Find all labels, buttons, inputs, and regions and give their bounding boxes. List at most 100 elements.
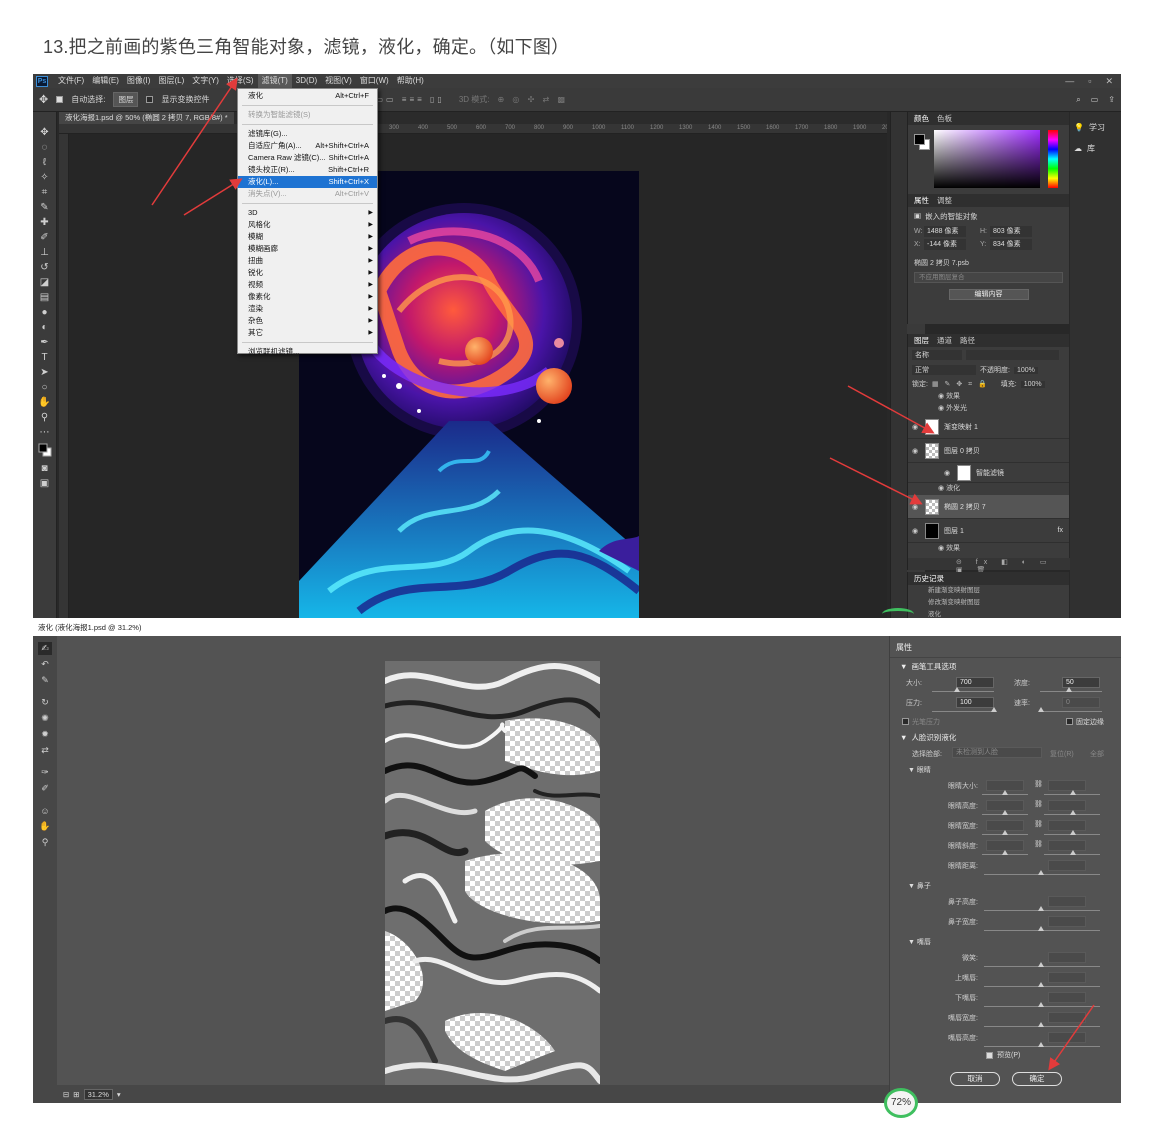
all-button[interactable]: 全部: [1090, 749, 1104, 759]
rate-field[interactable]: 0: [1062, 697, 1100, 708]
value-field[interactable]: [1048, 952, 1086, 963]
cancel-button[interactable]: 取消: [950, 1072, 1000, 1086]
density-slider-knob[interactable]: [1066, 687, 1072, 692]
more-tools-icon[interactable]: ⋯: [38, 426, 52, 438]
liquify-canvas-area[interactable]: [57, 636, 907, 1103]
value-field[interactable]: [1048, 992, 1086, 1003]
layer-filter-kind[interactable]: 名称: [912, 350, 962, 360]
h-field[interactable]: 803 像素: [990, 226, 1032, 237]
filter-menu-item[interactable]: 模糊画廊 ▶: [238, 243, 377, 255]
slider-knob[interactable]: [1038, 962, 1044, 967]
ok-button[interactable]: 确定: [1012, 1072, 1062, 1086]
history-item[interactable]: 修改渐变映射图层: [908, 597, 1069, 609]
bloat-tool-icon[interactable]: ✹: [38, 728, 52, 741]
right-value-field[interactable]: [1048, 840, 1086, 851]
menu-5[interactable]: 选择(S): [223, 74, 258, 88]
blend-mode-select[interactable]: 正常: [912, 365, 976, 375]
select-face-dropdown[interactable]: 未检测到人脸: [952, 747, 1042, 758]
filter-menu-item[interactable]: 镜头校正(R)... Shift+Ctrl+R: [238, 164, 377, 176]
layer-effect-item[interactable]: ◉ 液化: [908, 483, 1069, 495]
tab-properties[interactable]: 属性: [914, 195, 929, 206]
eye-icon[interactable]: ◉: [912, 423, 920, 431]
layer-row[interactable]: ◉ 渐变映射 1: [908, 415, 1069, 439]
left-slider-knob[interactable]: [1002, 830, 1008, 835]
right-slider-knob[interactable]: [1070, 790, 1076, 795]
filter-menu-item[interactable]: Camera Raw 滤镜(C)... Shift+Ctrl+A: [238, 152, 377, 164]
forward-warp-tool-icon[interactable]: ✍: [38, 642, 52, 655]
layer-actions[interactable]: ⊝ fx ◧ ◐ ▭ ▣ 🗑: [908, 558, 1070, 574]
link-icon[interactable]: ⛓: [1034, 780, 1043, 788]
opacity-field[interactable]: 100%: [1013, 366, 1038, 374]
slider-knob[interactable]: [1038, 926, 1044, 931]
tab-channels[interactable]: 通道: [937, 335, 952, 346]
fill-field[interactable]: 100%: [1020, 380, 1045, 388]
foreground-background-color-icon[interactable]: [38, 441, 52, 459]
pucker-tool-icon[interactable]: ✺: [38, 712, 52, 725]
filter-menu-item[interactable]: 液化 Alt+Ctrl+F: [238, 90, 377, 102]
thaw-mask-tool-icon[interactable]: ✐: [38, 782, 52, 795]
history-brush-tool-icon[interactable]: ↺: [38, 261, 52, 273]
hue-slider[interactable]: [1048, 130, 1058, 188]
eye-icon[interactable]: ◉: [944, 469, 952, 477]
menu-4[interactable]: 文字(Y): [188, 74, 223, 88]
library-icon[interactable]: ☁: [1074, 144, 1082, 153]
link-icon[interactable]: ⛓: [1034, 820, 1043, 828]
menu-7[interactable]: 3D(D): [292, 74, 321, 88]
hand-tool-icon[interactable]: ✋: [38, 820, 52, 833]
right-slider-knob[interactable]: [1070, 830, 1076, 835]
eye-icon[interactable]: ◉: [912, 503, 920, 511]
collapse-icon[interactable]: ▼: [908, 767, 917, 774]
link-icon[interactable]: ⛓: [1034, 800, 1043, 808]
left-slider-knob[interactable]: [1002, 810, 1008, 815]
menu-2[interactable]: 图像(I): [123, 74, 155, 88]
eye-icon[interactable]: ◉: [938, 393, 946, 400]
right-slider-knob[interactable]: [1070, 810, 1076, 815]
shape-tool-icon[interactable]: ○: [38, 381, 52, 393]
filter-menu-item[interactable]: 转换为智能滤镜(S): [238, 109, 377, 121]
pressure-slider-track[interactable]: [932, 711, 994, 712]
brush-tool-icon[interactable]: ✐: [38, 231, 52, 243]
twirl-tool-icon[interactable]: ↻: [38, 696, 52, 709]
collapse-icon[interactable]: ▼: [908, 939, 917, 946]
rate-slider-track[interactable]: [1040, 711, 1102, 712]
filter-menu-item[interactable]: 视频 ▶: [238, 279, 377, 291]
search-icon[interactable]: ⌕: [1076, 95, 1080, 105]
reconstruct-tool-icon[interactable]: ↶: [38, 658, 52, 671]
move-tool-icon[interactable]: ✥: [39, 93, 48, 106]
eraser-tool-icon[interactable]: ◪: [38, 276, 52, 288]
dodge-tool-icon[interactable]: ◐: [38, 321, 52, 333]
minimize-icon[interactable]: —: [1065, 74, 1074, 88]
restore-icon[interactable]: ▫: [1088, 74, 1091, 88]
freeze-mask-tool-icon[interactable]: ✑: [38, 766, 52, 779]
filter-menu-item[interactable]: 其它 ▶: [238, 327, 377, 339]
value-field[interactable]: [1048, 1012, 1086, 1023]
eye-icon[interactable]: ◉: [938, 545, 946, 552]
zoom-tool-icon[interactable]: ⚲: [38, 836, 52, 849]
y-field[interactable]: 834 像素: [990, 239, 1032, 250]
filter-menu-item[interactable]: 锐化 ▶: [238, 267, 377, 279]
blur-tool-icon[interactable]: ●: [38, 306, 52, 318]
magic-wand-tool-icon[interactable]: ✧: [38, 171, 52, 183]
left-slider-knob[interactable]: [1002, 790, 1008, 795]
layer-effect-item[interactable]: ◉ 外发光: [908, 403, 1069, 415]
pressure-slider-knob[interactable]: [991, 707, 997, 712]
type-tool-icon[interactable]: T: [38, 351, 52, 363]
layer-row[interactable]: ◉ 椭圆 2 拷贝 7: [908, 495, 1069, 519]
collapse-icon[interactable]: ▼: [908, 883, 917, 890]
zoom-in-icon[interactable]: ⊞: [73, 1090, 79, 1099]
crop-tool-icon[interactable]: ⌗: [38, 186, 52, 198]
value-field[interactable]: [1048, 1032, 1086, 1043]
layer-filter-bar[interactable]: [966, 350, 1059, 360]
menu-6[interactable]: 滤镜(T): [257, 74, 292, 88]
size-slider-knob[interactable]: [954, 687, 960, 692]
reset-button[interactable]: 复位(R): [1050, 749, 1074, 759]
move-tool-icon[interactable]: ✥: [38, 126, 52, 138]
push-left-tool-icon[interactable]: ⇄: [38, 744, 52, 757]
transform-controls-checkbox[interactable]: [146, 96, 154, 103]
value-field[interactable]: [1048, 916, 1086, 927]
fx-icon[interactable]: fx: [1058, 527, 1063, 534]
close-icon[interactable]: ✕: [1105, 74, 1113, 88]
size-field[interactable]: 700: [956, 677, 994, 688]
eyedropper-tool-icon[interactable]: ✎: [38, 201, 52, 213]
filter-menu-item[interactable]: 像素化 ▶: [238, 291, 377, 303]
